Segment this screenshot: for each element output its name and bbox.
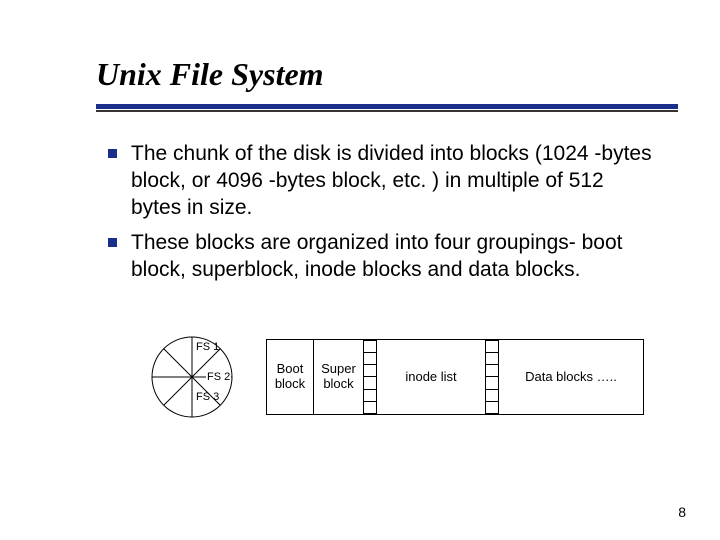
block-layout: Boot block Super block inode list Data b… (266, 339, 644, 415)
diagram: FS 1 FS 2 FS 3 Boot block Super block in… (150, 335, 644, 419)
bullet-text: The chunk of the disk is divided into bl… (131, 141, 652, 222)
list-item: These blocks are organized into four gro… (108, 230, 652, 284)
square-bullet-icon (108, 149, 117, 158)
list-item: The chunk of the disk is divided into bl… (108, 141, 652, 222)
inode-block: inode list (376, 339, 486, 415)
title-bar (96, 104, 678, 109)
data-block: Data blocks ….. (498, 339, 644, 415)
bullet-text: These blocks are organized into four gro… (131, 230, 652, 284)
boot-block: Boot block (266, 339, 314, 415)
super-block: Super block (314, 339, 364, 415)
square-bullet-icon (108, 238, 117, 247)
page-number: 8 (678, 504, 686, 520)
fs1-label: FS 1 (196, 341, 219, 353)
fs2-label: FS 2 (206, 371, 231, 383)
fs3-label: FS 3 (196, 391, 219, 403)
title-underbar (96, 110, 678, 112)
bullet-list: The chunk of the disk is divided into bl… (108, 141, 652, 283)
disk-pie-icon: FS 1 FS 2 FS 3 (150, 335, 234, 419)
page-title: Unix File System (96, 56, 684, 93)
